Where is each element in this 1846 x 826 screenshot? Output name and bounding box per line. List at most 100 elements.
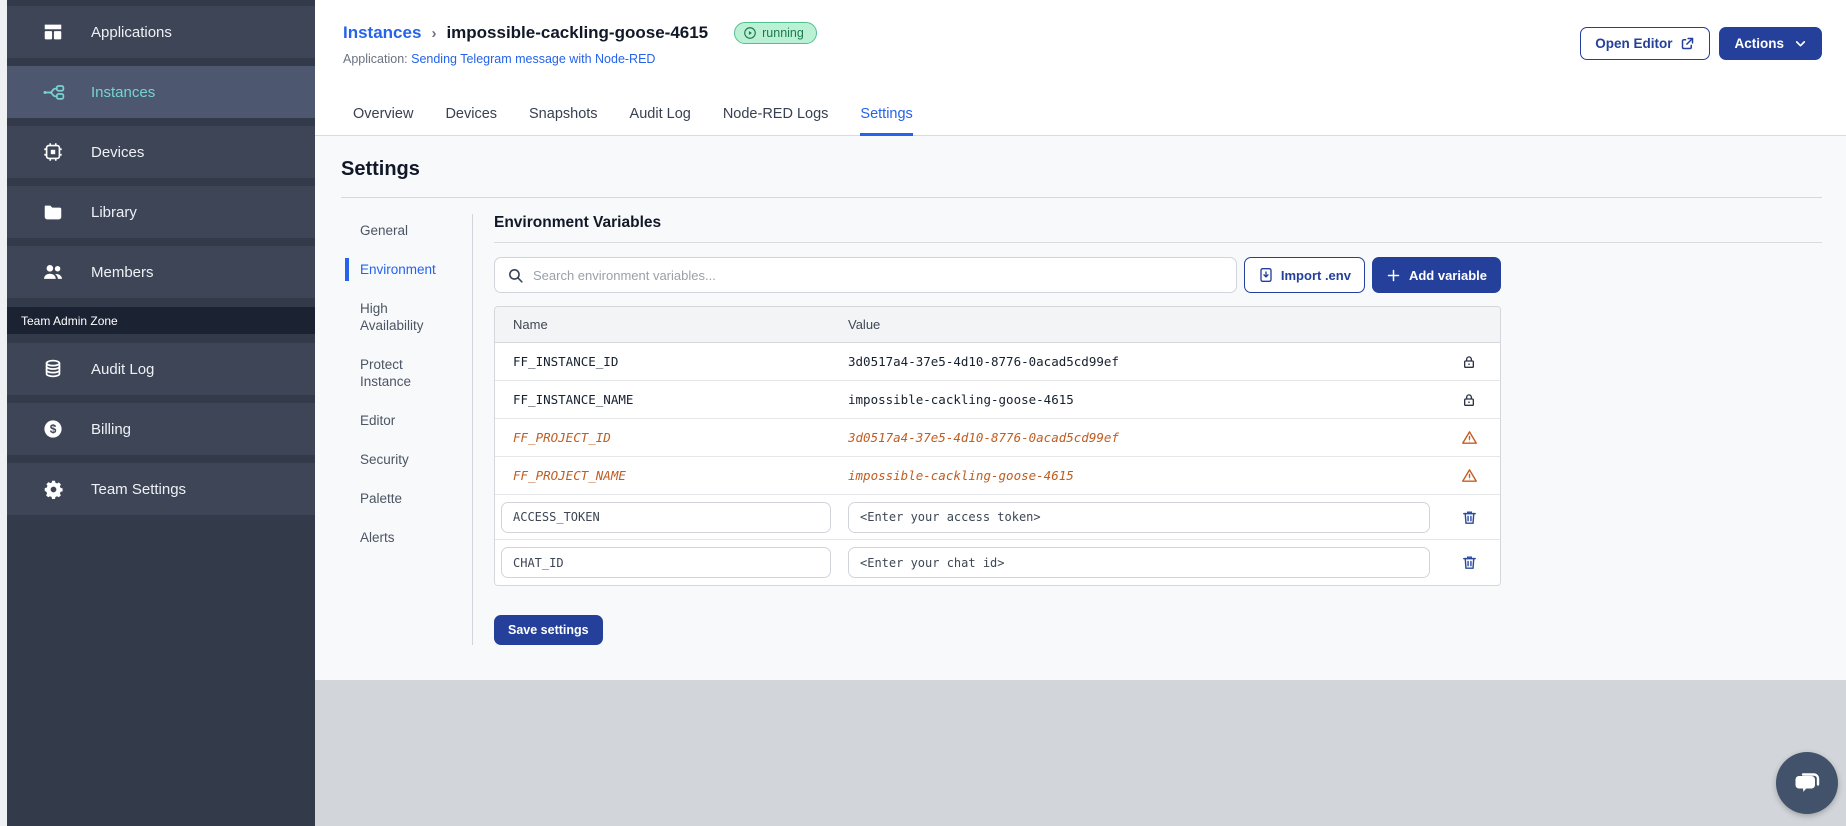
window-edge — [0, 0, 7, 826]
application-label: Application: — [343, 52, 408, 66]
trash-icon[interactable] — [1461, 554, 1478, 571]
devices-icon — [41, 140, 65, 164]
dollar-icon: $ — [41, 417, 65, 441]
database-icon — [41, 357, 65, 381]
sidebar-item-label: Applications — [91, 23, 172, 41]
chat-widget-button[interactable] — [1776, 752, 1838, 814]
sidebar-item-applications[interactable]: Applications — [7, 6, 315, 58]
column-header-value: Value — [848, 317, 881, 332]
sidebar-item-devices[interactable]: Devices — [7, 126, 315, 178]
sidebar-item-audit-log[interactable]: Audit Log — [7, 343, 315, 395]
applications-icon — [41, 20, 65, 44]
import-document-icon — [1260, 268, 1272, 282]
trash-icon[interactable] — [1461, 509, 1478, 526]
env-var-value-input[interactable] — [848, 501, 1430, 533]
settings-subnav: General Environment High Availability Pr… — [341, 214, 446, 645]
folder-icon — [41, 200, 65, 224]
environment-toolbar: Import .env Add variable — [494, 257, 1501, 293]
breadcrumb-separator: › — [431, 24, 437, 42]
tab-devices[interactable]: Devices — [445, 106, 497, 136]
environment-section: Environment Variables Import .env — [473, 214, 1822, 645]
env-var-value: impossible-cackling-goose-4615 — [848, 468, 1074, 483]
sidebar-item-instances[interactable]: Instances — [7, 66, 315, 118]
subnav-item-high-availability[interactable]: High Availability — [341, 300, 446, 334]
page-title: Settings — [341, 158, 420, 180]
env-var-name-input[interactable] — [501, 547, 831, 578]
sidebar-item-members[interactable]: Members — [7, 246, 315, 298]
environment-divider — [494, 242, 1822, 243]
warning-icon — [1461, 431, 1477, 444]
play-circle-icon — [744, 27, 756, 39]
tab-snapshots[interactable]: Snapshots — [529, 106, 598, 136]
subnav-item-environment[interactable]: Environment — [341, 258, 446, 281]
search-input[interactable] — [533, 267, 1224, 283]
env-var-value: 3d0517a4-37e5-4d10-8776-0acad5cd99ef — [848, 354, 1119, 369]
subnav-item-editor[interactable]: Editor — [341, 412, 446, 429]
tab-settings[interactable]: Settings — [860, 106, 913, 136]
subnav-item-palette[interactable]: Palette — [341, 490, 446, 507]
sidebar-item-label: Instances — [91, 83, 156, 101]
sidebar-item-label: Library — [91, 203, 137, 221]
subnav-item-protect-instance[interactable]: Protect Instance — [341, 356, 446, 390]
team-admin-zone-label: Team Admin Zone — [7, 307, 315, 334]
lock-icon — [1464, 355, 1474, 368]
instance-name: impossible-cackling-goose-4615 — [446, 23, 709, 42]
save-settings-button[interactable]: Save settings — [494, 615, 603, 645]
subnav-item-general[interactable]: General — [341, 222, 446, 239]
sidebar-item-label: Members — [91, 263, 154, 281]
import-env-label: Import .env — [1280, 267, 1351, 283]
tab-audit-log[interactable]: Audit Log — [630, 106, 691, 136]
tab-overview[interactable]: Overview — [353, 106, 413, 136]
sidebar-item-library[interactable]: Library — [7, 186, 315, 238]
env-var-name-input[interactable] — [501, 501, 831, 533]
sidebar-item-billing[interactable]: $ Billing — [7, 403, 315, 455]
application-link[interactable]: Sending Telegram message with Node-RED — [411, 52, 655, 66]
open-editor-button[interactable]: Open Editor — [1580, 27, 1711, 60]
instances-icon — [41, 80, 65, 104]
app-window: Applications Instances Devices Library M… — [0, 0, 1846, 826]
table-row: FF_PROJECT_NAME impossible-cackling-goos… — [495, 457, 1500, 495]
column-header-name: Name — [513, 317, 548, 332]
actions-button[interactable]: Actions — [1719, 27, 1822, 60]
table-row — [495, 540, 1500, 585]
env-var-value: impossible-cackling-goose-4615 — [848, 392, 1074, 407]
table-row: FF_INSTANCE_NAME impossible-cackling-goo… — [495, 381, 1500, 419]
status-badge: running — [734, 22, 817, 44]
instance-header: Instances › impossible-cackling-goose-46… — [315, 0, 1846, 136]
sidebar: Applications Instances Devices Library M… — [7, 0, 315, 826]
env-var-value-input[interactable] — [848, 547, 1430, 578]
table-row — [495, 495, 1500, 540]
sidebar-item-team-settings[interactable]: Team Settings — [7, 463, 315, 515]
main-area: Instances › impossible-cackling-goose-46… — [315, 0, 1846, 826]
sidebar-item-label: Team Settings — [91, 480, 187, 498]
settings-page: Settings General Environment High Availa… — [315, 136, 1846, 680]
subnav-item-security[interactable]: Security — [341, 451, 446, 468]
subnav-item-alerts[interactable]: Alerts — [341, 529, 446, 546]
table-row: FF_PROJECT_ID 3d0517a4-37e5-4d10-8776-0a… — [495, 419, 1500, 457]
table-row: FF_INSTANCE_ID 3d0517a4-37e5-4d10-8776-0… — [495, 343, 1500, 381]
chevron-down-icon — [1795, 41, 1806, 47]
plus-icon — [1387, 269, 1400, 281]
search-icon — [509, 268, 523, 283]
warning-icon — [1461, 469, 1477, 482]
settings-divider — [341, 197, 1822, 198]
instance-tabs: Overview Devices Snapshots Audit Log Nod… — [353, 106, 913, 136]
header-actions: Open Editor Actions — [1580, 27, 1822, 60]
add-variable-label: Add variable — [1408, 267, 1487, 283]
environment-title: Environment Variables — [494, 214, 662, 231]
page-footer-background — [315, 680, 1846, 826]
external-link-icon — [1682, 37, 1694, 50]
users-icon — [41, 260, 65, 284]
add-variable-button[interactable]: Add variable — [1371, 257, 1501, 293]
env-var-name: FF_INSTANCE_ID — [513, 354, 619, 369]
tab-node-red-logs[interactable]: Node-RED Logs — [723, 106, 829, 136]
env-var-name: FF_PROJECT_NAME — [513, 468, 626, 483]
gear-icon — [41, 477, 65, 501]
actions-label: Actions — [1734, 36, 1784, 51]
env-var-name: FF_PROJECT_ID — [513, 430, 611, 445]
sidebar-item-label: Devices — [91, 143, 145, 161]
sidebar-item-label: Billing — [91, 420, 132, 438]
open-editor-label: Open Editor — [1595, 36, 1673, 51]
import-env-button[interactable]: Import .env — [1243, 257, 1365, 293]
breadcrumb-instances-link[interactable]: Instances — [343, 23, 421, 43]
